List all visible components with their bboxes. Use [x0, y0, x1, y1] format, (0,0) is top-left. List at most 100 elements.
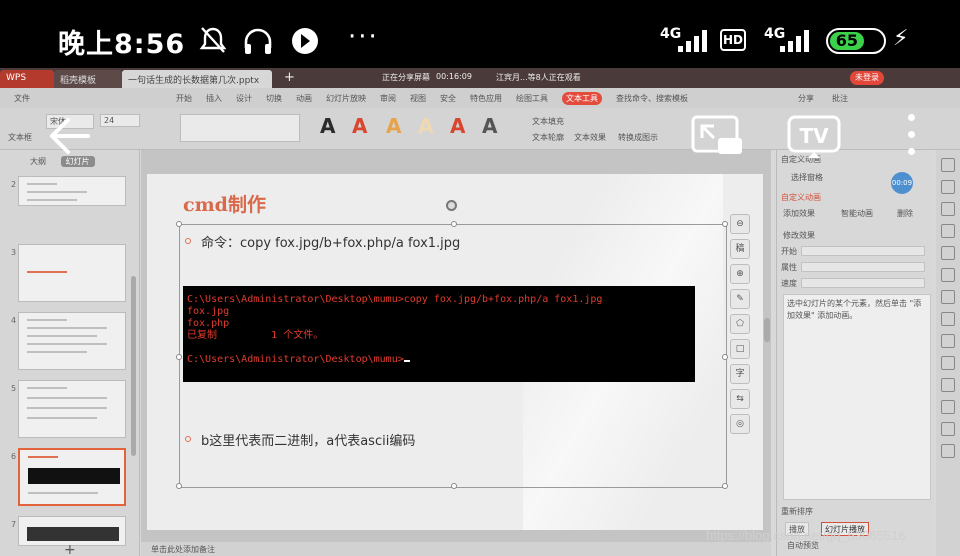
paragraph-tools[interactable]: [180, 114, 300, 142]
back-arrow-icon[interactable]: [48, 116, 92, 156]
sidebar-tool-icon[interactable]: [941, 334, 955, 348]
cmd-line: C:\Users\Administrator\Desktop\mumu>: [187, 354, 404, 365]
app-notification-icon: [292, 28, 318, 54]
sidebar-tool-icon[interactable]: [941, 268, 955, 282]
textbox-tool[interactable]: 文本框: [8, 132, 32, 143]
menu-insert[interactable]: 插入: [206, 93, 222, 104]
wordart-style-5[interactable]: A: [450, 114, 465, 138]
delete-button[interactable]: 删除: [897, 208, 913, 219]
menu-view[interactable]: 视图: [410, 93, 426, 104]
slides-panel: 大纲 幻灯片 2 3 4 5 6 7 +: [0, 150, 140, 556]
slide-thumbnail[interactable]: [18, 244, 126, 302]
property-select[interactable]: [801, 262, 925, 272]
sidebar-tool-icon[interactable]: [941, 400, 955, 414]
new-tab-button[interactable]: +: [284, 70, 295, 85]
menu-home[interactable]: 开始: [176, 93, 192, 104]
collapse-icon[interactable]: ⊖: [730, 214, 750, 234]
right-sidebar: [936, 150, 960, 556]
floating-toolbar: ⊖ 稿 ⊕ ✎ ⬠ □ 字 ⇆ ◎: [730, 214, 754, 439]
wordart-style-1[interactable]: A: [320, 114, 335, 138]
property-label: 属性: [781, 263, 797, 272]
effects-icon[interactable]: ◎: [730, 414, 750, 434]
sidebar-tool-icon[interactable]: [941, 444, 955, 458]
text-icon[interactable]: 字: [730, 364, 750, 384]
menu-security[interactable]: 安全: [440, 93, 456, 104]
watermark: https://blog.csdn.net/qq_53065516: [706, 528, 906, 543]
bullet-encoding[interactable]: b这里代表而二进制，a代表ascii编码: [201, 430, 415, 449]
menu-features[interactable]: 特色应用: [470, 93, 502, 104]
animation-hint: 选中幻灯片的某个元素，然后单击 "添加效果" 添加动画。: [783, 294, 931, 500]
text-fill-button[interactable]: 文本填充: [532, 116, 564, 127]
pen-icon[interactable]: ✎: [730, 289, 750, 309]
menu-drawing-tools[interactable]: 绘图工具: [516, 93, 548, 104]
sidebar-tool-icon[interactable]: [941, 378, 955, 392]
slide-title[interactable]: cmd制作: [183, 190, 266, 217]
start-select[interactable]: [801, 246, 925, 256]
more-options-icon[interactable]: [904, 114, 918, 160]
tab-document[interactable]: 一句话生成的长数据第几次.pptx: [122, 70, 272, 88]
modify-effect-label: 修改效果: [783, 231, 815, 240]
sidebar-tool-icon[interactable]: [941, 180, 955, 194]
shape-icon[interactable]: ⬠: [730, 314, 750, 334]
slide-thumbnail[interactable]: [18, 380, 126, 438]
tab-template[interactable]: 稻壳模板: [54, 70, 122, 88]
menu-bar: 文件 开始 插入 设计 切换 动画 幻灯片放映 审阅 视图 安全 特色应用 绘图…: [0, 88, 960, 108]
login-button[interactable]: 未登录: [850, 71, 884, 85]
sidebar-tool-icon[interactable]: [941, 158, 955, 172]
sidebar-tool-icon[interactable]: [941, 356, 955, 370]
comment-button[interactable]: 批注: [832, 93, 848, 104]
convert-diagram-button[interactable]: 转换成图示: [618, 132, 658, 143]
menu-review[interactable]: 审阅: [380, 93, 396, 104]
rotate-handle[interactable]: [446, 200, 457, 211]
tv-cast-icon[interactable]: TV: [786, 114, 842, 160]
signal-bars-icon: [672, 28, 710, 52]
menu-design[interactable]: 设计: [236, 93, 252, 104]
slide-thumbnail-selected[interactable]: [18, 448, 126, 506]
slide-thumbnail[interactable]: [18, 312, 126, 370]
menu-file[interactable]: 文件: [14, 93, 30, 104]
panel-scrollbar[interactable]: [131, 276, 136, 456]
template-icon[interactable]: 稿: [730, 239, 750, 259]
wordart-style-4[interactable]: A: [418, 114, 433, 138]
wordart-style-6[interactable]: A: [482, 114, 497, 138]
tab-outline[interactable]: 大纲: [30, 157, 46, 166]
cmd-line: 已复制 1 个文件。: [187, 330, 324, 341]
notes-bar[interactable]: 单击此处添加备注: [141, 542, 771, 556]
wordart-style-3[interactable]: A: [386, 114, 401, 138]
layers-icon[interactable]: ⊕: [730, 264, 750, 284]
canvas-scrollbar[interactable]: [764, 318, 770, 342]
frame-icon[interactable]: □: [730, 339, 750, 359]
share-timer: 00:16:09: [436, 72, 472, 81]
transition-icon[interactable]: ⇆: [730, 389, 750, 409]
menu-animation[interactable]: 动画: [296, 93, 312, 104]
font-size-select[interactable]: 24: [100, 114, 140, 127]
tab-slides[interactable]: 幻灯片: [60, 156, 95, 167]
menu-text-tools[interactable]: 文本工具: [562, 92, 602, 105]
sidebar-tool-icon[interactable]: [941, 290, 955, 304]
text-outline-button[interactable]: 文本轮廓: [532, 132, 564, 143]
sidebar-tool-icon[interactable]: [941, 246, 955, 260]
screen-cast-icon[interactable]: [690, 114, 744, 160]
sidebar-tool-icon[interactable]: [941, 422, 955, 436]
add-effect-button[interactable]: 添加效果: [783, 208, 815, 219]
smart-animation-button[interactable]: 智能动画: [841, 208, 873, 219]
slide-number: 4: [11, 316, 17, 325]
text-effect-button[interactable]: 文本效果: [574, 132, 606, 143]
menu-transition[interactable]: 切换: [266, 93, 282, 104]
slide-thumbnail[interactable]: [18, 176, 126, 206]
sidebar-tool-icon[interactable]: [941, 312, 955, 326]
sidebar-tool-icon[interactable]: [941, 202, 955, 216]
tab-wps[interactable]: WPS: [0, 70, 54, 88]
select-pane-link[interactable]: 选择窗格: [791, 172, 823, 183]
share-button[interactable]: 分享: [798, 93, 814, 104]
menu-slideshow[interactable]: 幻灯片放映: [326, 93, 366, 104]
command-search[interactable]: 查找命令、搜索模板: [616, 93, 688, 104]
wordart-style-2[interactable]: A: [352, 114, 367, 138]
share-status: 正在分享屏幕: [382, 73, 430, 82]
bullet-icon: [185, 238, 191, 244]
bullet-command[interactable]: 命令：copy fox.jpg/b+fox.php/a fox1.jpg: [201, 232, 460, 251]
cmd-screenshot: C:\Users\Administrator\Desktop\mumu>copy…: [183, 286, 695, 382]
sidebar-tool-icon[interactable]: [941, 224, 955, 238]
speed-select[interactable]: [801, 278, 925, 288]
add-slide-button[interactable]: +: [64, 542, 76, 556]
